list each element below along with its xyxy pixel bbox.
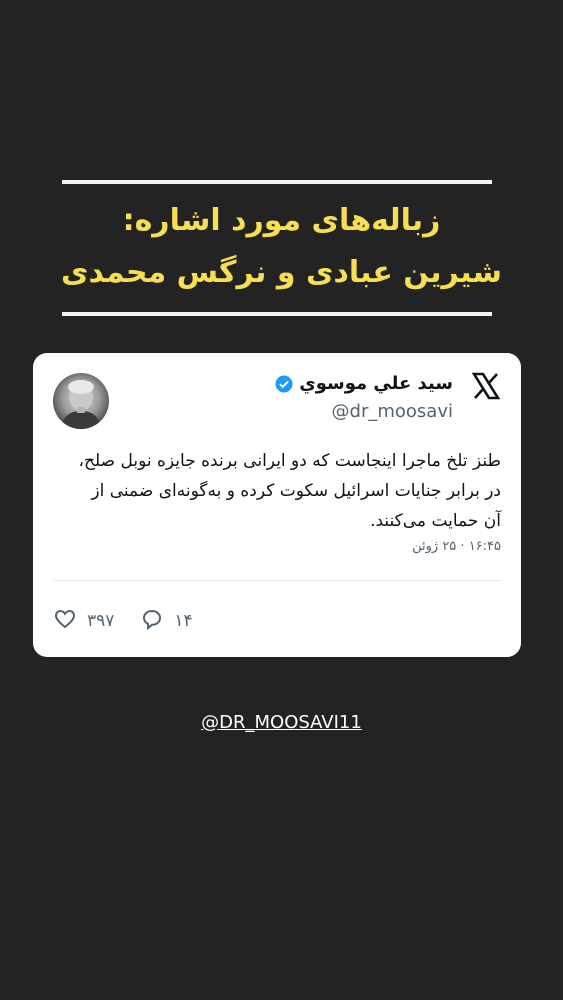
author-name[interactable]: سید علي موسوي bbox=[299, 373, 453, 394]
headline-line-2: شیرین عبادی و نرگس محمدی bbox=[61, 255, 502, 290]
like-button[interactable]: ۳۹۷ bbox=[53, 607, 114, 635]
heart-icon bbox=[53, 607, 77, 635]
like-count: ۳۹۷ bbox=[87, 611, 115, 631]
card-divider bbox=[53, 580, 501, 581]
reply-count: ۱۴ bbox=[174, 611, 193, 631]
bottom-divider bbox=[62, 312, 492, 316]
author-row: سید علي موسوي bbox=[275, 373, 453, 394]
author-handle[interactable]: @dr_moosavi bbox=[332, 401, 453, 422]
tweet-actions: ۳۹۷ ۱۴ bbox=[53, 607, 219, 635]
tweet-text: طنز تلخ ماجرا اینجاست که دو ایرانی برنده… bbox=[78, 451, 501, 531]
footer-handle-link[interactable]: @DR_MOOSAVI11 bbox=[0, 712, 563, 733]
tweet-card[interactable]: سید علي موسوي @dr_moosavi طنز تلخ ماجرا … bbox=[33, 353, 521, 657]
reply-button[interactable]: ۱۴ bbox=[140, 607, 193, 635]
reply-bubble-icon bbox=[140, 607, 164, 635]
x-logo-icon[interactable] bbox=[471, 371, 501, 401]
verified-badge-icon bbox=[275, 375, 293, 393]
avatar[interactable] bbox=[53, 373, 109, 429]
tweet-timestamp[interactable]: ۱۶:۴۵ · ۲۵ ژوئن bbox=[412, 539, 501, 554]
top-divider bbox=[62, 180, 492, 184]
headline-line-1: زباله‌های مورد اشاره: bbox=[122, 203, 441, 238]
